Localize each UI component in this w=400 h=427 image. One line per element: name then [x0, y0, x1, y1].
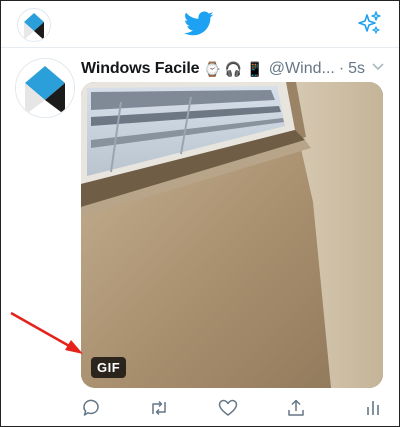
analytics-icon[interactable]: [363, 398, 383, 418]
app-frame: Windows Facile ⌚ 🎧 📱 @Wind... · 5s GIF: [0, 0, 400, 427]
top-bar: [1, 1, 399, 48]
share-icon[interactable]: [286, 398, 306, 418]
twitter-bird-icon: [184, 11, 214, 36]
phone-emoji: 📱: [246, 61, 264, 77]
author-avatar[interactable]: [15, 58, 75, 118]
watch-emoji: ⌚: [203, 61, 221, 77]
tweet-actions: [81, 398, 391, 418]
tweet[interactable]: Windows Facile ⌚ 🎧 📱 @Wind... · 5s GIF: [1, 48, 399, 426]
like-icon[interactable]: [218, 398, 238, 418]
chevron-down-icon[interactable]: [371, 60, 385, 74]
retweet-icon[interactable]: [149, 398, 169, 418]
tweet-header: Windows Facile ⌚ 🎧 📱 @Wind... · 5s: [81, 58, 381, 80]
separator-dot: ·: [338, 60, 345, 77]
reply-icon[interactable]: [81, 398, 101, 418]
profile-avatar-icon[interactable]: [17, 8, 51, 42]
headphones-emoji: 🎧: [224, 61, 243, 77]
gif-media[interactable]: GIF: [81, 82, 383, 388]
gif-frame-image: [81, 82, 383, 388]
sparkle-icon[interactable]: [357, 10, 383, 36]
gif-badge: GIF: [91, 357, 127, 378]
timestamp[interactable]: 5s: [348, 60, 365, 78]
display-name[interactable]: Windows Facile: [81, 60, 200, 78]
username-handle[interactable]: @Wind...: [269, 60, 335, 78]
